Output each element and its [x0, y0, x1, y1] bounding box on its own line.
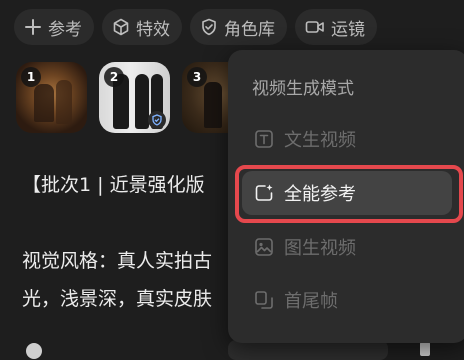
shield-check-icon: [202, 18, 216, 36]
text-box-icon: [255, 130, 273, 148]
menu-item-label: 首尾帧: [284, 291, 338, 312]
prompt-text-line: 【批次1 | 近景强化版: [22, 174, 205, 196]
characters-label: 角色库: [224, 19, 275, 40]
dropdown-title: 视频生成模式: [252, 79, 354, 99]
menu-item-label: 全能参考: [284, 184, 356, 205]
frames-icon: [255, 291, 273, 309]
thumbnail-index: 3: [187, 67, 207, 87]
video-camera-icon: [305, 21, 324, 33]
toolbar: 参考 特效 角色库 运镜: [14, 9, 377, 45]
reference-chip[interactable]: 参考: [14, 9, 94, 45]
reference-thumbnail[interactable]: 2: [99, 62, 170, 133]
menu-item-first-last-frame[interactable]: 首尾帧: [242, 278, 452, 322]
menu-item-image-to-video[interactable]: 图生视频: [242, 225, 452, 269]
bottom-control[interactable]: [420, 342, 430, 356]
thumbnail-index: 2: [104, 67, 124, 87]
menu-item-label: 文生视频: [284, 130, 356, 151]
plus-icon: [25, 19, 41, 35]
camera-label: 运镜: [331, 19, 365, 40]
shield-check-badge-icon: [148, 111, 166, 129]
bottom-control[interactable]: [26, 343, 42, 359]
prompt-text-line: 光，浅景深，真实皮肤: [22, 288, 213, 310]
reference-thumbnails: 1 2 3: [16, 62, 253, 133]
prompt-text-line: 视觉风格：真人实拍古: [22, 250, 213, 272]
effects-chip[interactable]: 特效: [102, 9, 182, 45]
menu-item-all-reference[interactable]: 全能参考: [242, 171, 452, 215]
characters-chip[interactable]: 角色库: [190, 9, 287, 45]
camera-chip[interactable]: 运镜: [295, 9, 377, 45]
effects-label: 特效: [136, 19, 170, 40]
menu-item-label: 图生视频: [284, 238, 356, 259]
cube-icon: [113, 18, 129, 36]
reference-thumbnail[interactable]: 1: [16, 62, 87, 133]
bottom-control[interactable]: [228, 340, 388, 360]
reference-label: 参考: [48, 19, 82, 40]
thumbnail-index: 1: [21, 67, 41, 87]
menu-item-text-to-video[interactable]: 文生视频: [242, 117, 452, 161]
image-icon: [255, 238, 273, 256]
generation-mode-dropdown: 视频生成模式 文生视频 全能参考 图生视频 首尾帧: [228, 50, 464, 343]
sparkle-frame-icon: [255, 184, 273, 201]
